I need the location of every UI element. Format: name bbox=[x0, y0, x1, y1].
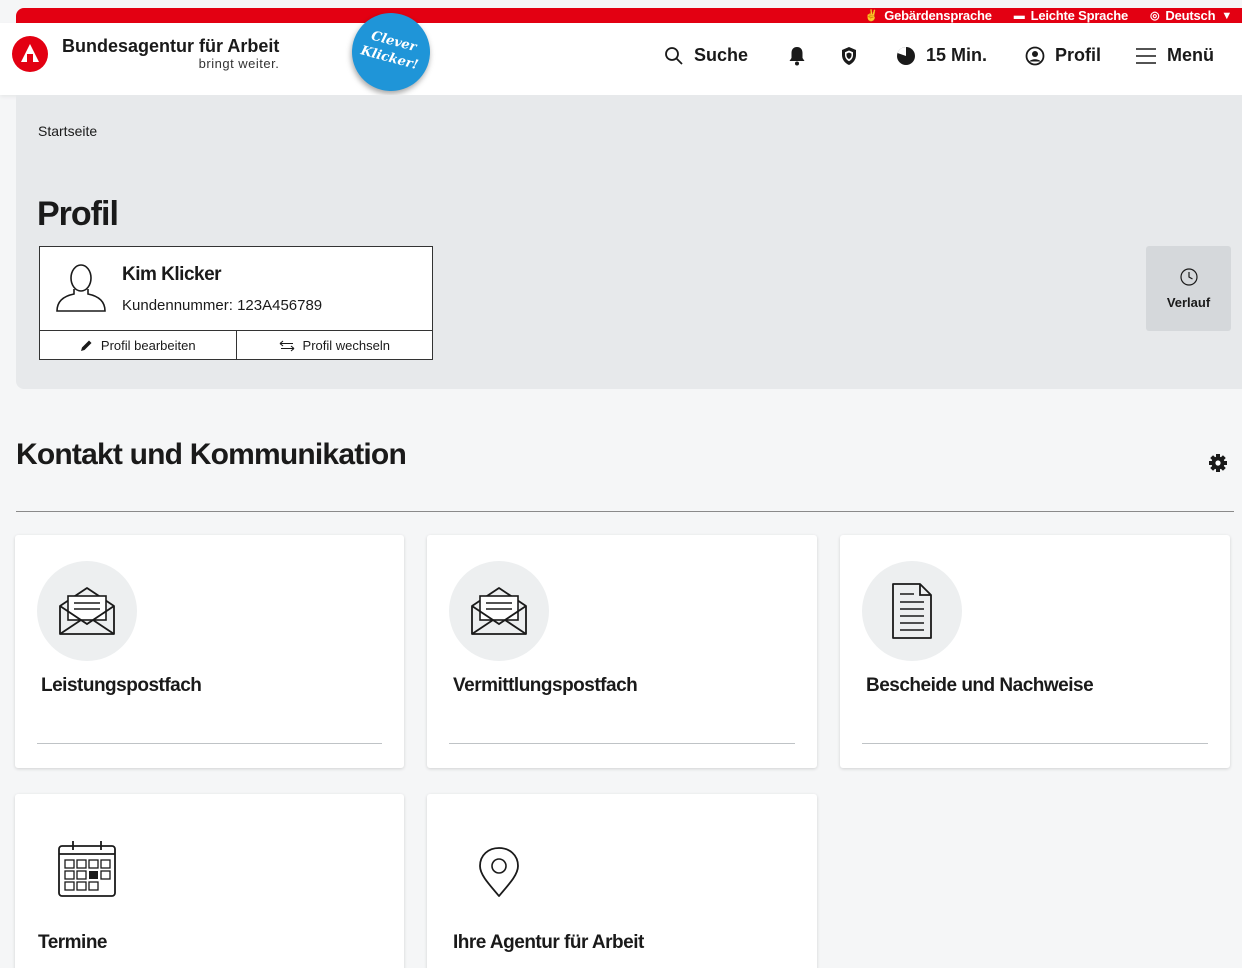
tile-title: Termine bbox=[38, 932, 108, 953]
envelope-open-icon bbox=[471, 587, 527, 635]
gear-icon[interactable] bbox=[1208, 453, 1228, 473]
breadcrumb[interactable]: Startseite bbox=[38, 123, 97, 139]
avatar-icon bbox=[56, 264, 106, 312]
logo-slogan: bringt weiter. bbox=[198, 56, 280, 71]
swap-arrows-icon bbox=[279, 340, 294, 351]
tile-title: Leistungspostfach bbox=[41, 675, 202, 696]
user-name: Kim Klicker bbox=[122, 264, 222, 285]
site-header: Bundesagentur für Arbeit bringt weiter. … bbox=[0, 4, 1242, 100]
document-icon bbox=[892, 583, 932, 639]
tile-title: Bescheide und Nachweise bbox=[866, 675, 1094, 696]
main-nav: Suche 15 Min. Profil Menü bbox=[664, 45, 1214, 66]
tile-leistungspostfach[interactable]: Leistungspostfach bbox=[15, 535, 404, 768]
ba-logo[interactable]: Bundesagentur für Arbeit bringt weiter. bbox=[12, 36, 279, 72]
notifications-button[interactable] bbox=[788, 46, 806, 66]
logo-title: Bundesagentur für Arbeit bbox=[62, 36, 280, 56]
profile-area: Startseite Profil Kim Klicker Kundennumm… bbox=[16, 95, 1242, 389]
section-divider bbox=[16, 511, 1234, 512]
envelope-open-icon bbox=[59, 587, 115, 635]
calendar-icon bbox=[58, 841, 116, 897]
search-button[interactable]: Suche bbox=[664, 45, 748, 66]
tile-bescheide[interactable]: Bescheide und Nachweise bbox=[840, 535, 1230, 768]
hand-icon: ✌ bbox=[864, 10, 879, 22]
profile-card: Kim Klicker Kundennummer: 123A456789 Pro… bbox=[39, 246, 433, 360]
easy-language-link[interactable]: ▬ Leichte Sprache bbox=[1014, 8, 1128, 23]
tile-title: Vermittlungspostfach bbox=[453, 675, 638, 696]
shield-icon bbox=[841, 46, 856, 65]
globe-icon: ◎ bbox=[1150, 10, 1160, 22]
tile-termine[interactable]: Termine bbox=[15, 794, 404, 968]
customer-number: Kundennummer: 123A456789 bbox=[122, 297, 323, 314]
tile-vermittlungspostfach[interactable]: Vermittlungspostfach bbox=[427, 535, 817, 768]
book-icon: ▬ bbox=[1013, 9, 1025, 22]
sign-language-link[interactable]: ✌ Gebärdensprache bbox=[865, 8, 992, 23]
location-pin-icon bbox=[479, 847, 519, 897]
chevron-down-icon: ▼ bbox=[1221, 9, 1232, 22]
session-timer[interactable]: 15 Min. bbox=[896, 45, 987, 66]
page-title: Profil bbox=[37, 195, 119, 233]
section-title: Kontakt und Kommunikation bbox=[16, 438, 407, 471]
hamburger-icon bbox=[1136, 47, 1156, 64]
menu-button[interactable]: Menü bbox=[1135, 45, 1214, 66]
user-circle-icon bbox=[1025, 46, 1045, 65]
clock-icon bbox=[1179, 268, 1198, 286]
profile-button[interactable]: Profil bbox=[1025, 45, 1101, 66]
search-icon bbox=[665, 46, 683, 65]
pencil-icon bbox=[80, 340, 92, 351]
timer-pie-icon bbox=[896, 46, 915, 65]
bell-icon bbox=[789, 46, 805, 65]
privacy-button[interactable] bbox=[840, 46, 858, 66]
tile-title: Ihre Agentur für Arbeit bbox=[453, 932, 644, 953]
tile-agentur[interactable]: Ihre Agentur für Arbeit bbox=[427, 794, 817, 968]
top-utility-bar: ✌ Gebärdensprache ▬ Leichte Sprache ◎ Deuts… bbox=[16, 8, 1242, 23]
edit-profile-button[interactable]: Profil bearbeiten bbox=[40, 331, 236, 360]
language-selector[interactable]: ◎ Deutsch ▼ bbox=[1150, 8, 1232, 23]
switch-profile-button[interactable]: Profil wechseln bbox=[235, 331, 433, 360]
history-button[interactable]: Verlauf bbox=[1146, 246, 1231, 331]
ba-logo-icon bbox=[12, 36, 48, 72]
